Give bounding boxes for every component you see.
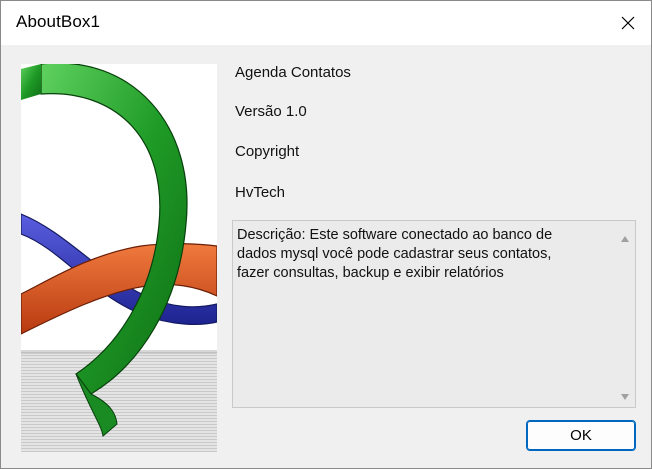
title-bar[interactable]: AboutBox1 [1,1,651,45]
vertical-scrollbar[interactable] [615,221,635,407]
about-dialog: AboutBox1 Agenda Contatos Versão 1.0 Cop… [0,0,652,469]
scroll-up-arrow-icon[interactable] [620,231,630,242]
product-name-label: Agenda Contatos [235,64,351,81]
window-title: AboutBox1 [16,12,101,31]
version-label: Versão 1.0 [235,103,307,120]
company-label: HvTech [235,184,286,201]
ok-button[interactable]: OK [526,420,636,451]
logo-image [21,64,217,452]
close-icon [620,15,636,31]
description-textbox[interactable]: Descrição: Este software conectado ao ba… [232,220,636,408]
copyright-label: Copyright [235,143,300,160]
description-text: Descrição: Este software conectado ao ba… [237,227,553,281]
scroll-down-arrow-icon[interactable] [620,389,630,400]
close-button[interactable] [605,1,651,45]
